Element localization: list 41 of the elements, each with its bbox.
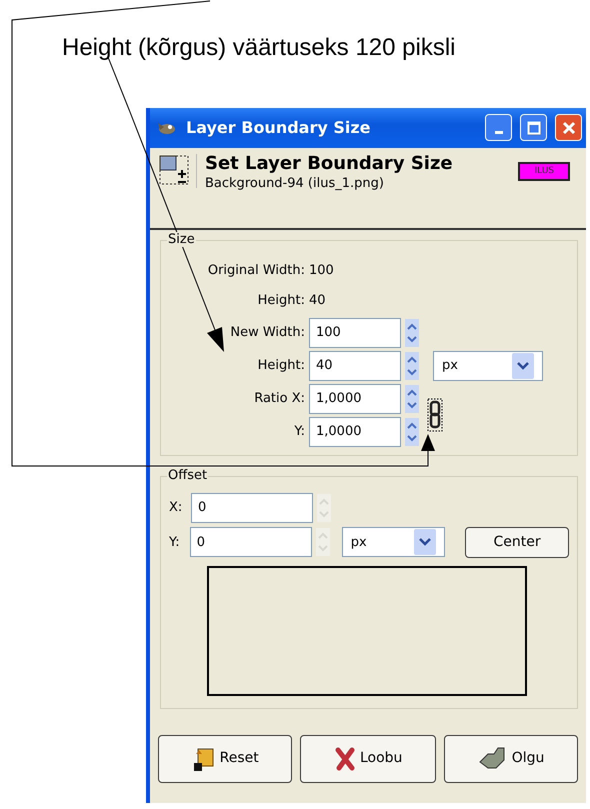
- number-field[interactable]: 1,0000: [309, 416, 401, 447]
- minimize-icon: [494, 131, 502, 134]
- image-thumbnail: ILUS: [518, 162, 570, 182]
- field-label: X:: [169, 499, 184, 518]
- field-label: Y:: [294, 423, 305, 442]
- value-text: 40: [309, 292, 327, 310]
- field-label: Original Width:: [208, 262, 305, 280]
- cancel-button[interactable]: Loobu: [300, 734, 436, 783]
- unit-dropdown[interactable]: px: [433, 350, 543, 381]
- spin-buttons[interactable]: [405, 418, 419, 446]
- maximize-icon: [526, 120, 540, 135]
- spin-buttons[interactable]: [405, 384, 419, 413]
- close-button[interactable]: [555, 114, 582, 142]
- minimize-button[interactable]: [485, 114, 512, 142]
- value-text: 100: [309, 262, 335, 280]
- number-field[interactable]: 40: [309, 350, 401, 381]
- close-icon: [562, 120, 576, 135]
- maximize-button[interactable]: [520, 114, 547, 142]
- window-title: Layer Boundary Size: [186, 116, 372, 139]
- layer-name: Background-94 (ilus_1.png): [205, 174, 385, 193]
- field-label: Height:: [258, 357, 305, 376]
- number-field[interactable]: 0: [190, 527, 312, 558]
- center-button[interactable]: Center: [465, 526, 569, 558]
- number-field[interactable]: 100: [309, 318, 401, 348]
- resize-layer-icon: [158, 154, 197, 188]
- number-field[interactable]: 1,0000: [309, 384, 401, 414]
- field-label: Y:: [169, 534, 181, 552]
- dialog-heading: Set Layer Boundary Size: [205, 154, 454, 174]
- field-label: Height:: [258, 292, 305, 310]
- cross-icon: [334, 746, 356, 771]
- annotation-text: Height (kõrgus) väärtuseks 120 piksli: [62, 34, 457, 63]
- field-label: Ratio X:: [254, 390, 305, 408]
- group-label: Size: [167, 232, 196, 248]
- ok-button[interactable]: Olgu: [444, 734, 578, 783]
- unit-dropdown[interactable]: px: [342, 527, 446, 558]
- reset-icon: [192, 746, 216, 772]
- spin-buttons[interactable]: [405, 318, 419, 347]
- number-field[interactable]: 0: [191, 492, 313, 523]
- reset-button[interactable]: Reset: [158, 734, 292, 783]
- spin-buttons[interactable]: [405, 352, 419, 380]
- field-label: New Width:: [230, 324, 305, 342]
